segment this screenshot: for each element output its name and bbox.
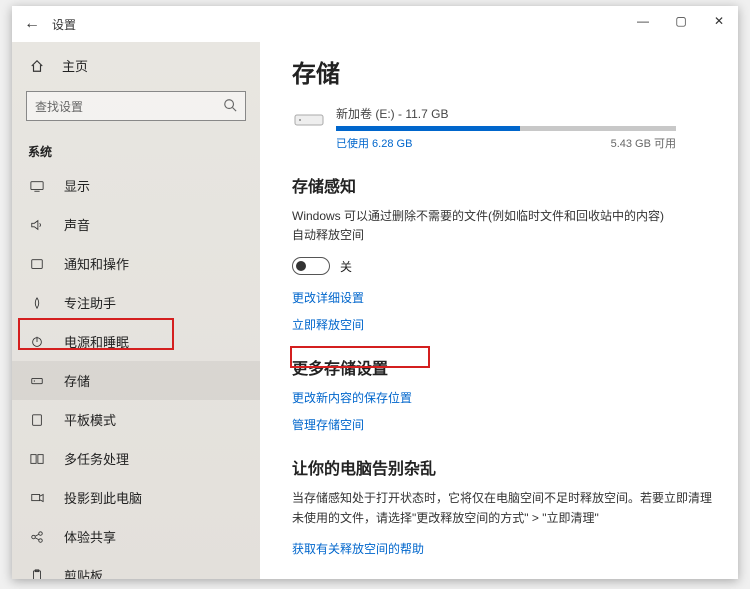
sidebar: 主页 查找设置 系统 显示 声音 通知和操作 专注助手 电源和睡眠 — [12, 42, 260, 579]
sidebar-item-multitask[interactable]: 多任务处理 — [12, 439, 260, 478]
sidebar-item-label: 平板模式 — [64, 410, 116, 429]
home-label: 主页 — [62, 56, 88, 75]
storage-icon — [28, 374, 46, 388]
minimize-button[interactable]: — — [624, 6, 662, 36]
sidebar-item-label: 存储 — [64, 371, 90, 390]
multitask-icon — [28, 452, 46, 466]
notify-icon — [28, 257, 46, 271]
more-storage-heading: 更多存储设置 — [292, 355, 718, 379]
sidebar-item-storage[interactable]: 存储 — [12, 361, 260, 400]
free-label: 5.43 GB 可用 — [611, 135, 676, 151]
toggle-state-label: 关 — [340, 258, 352, 275]
sound-icon — [28, 218, 46, 232]
settings-window: ← 设置 — ▢ ✕ 主页 查找设置 系统 显示 声音 — [12, 6, 738, 579]
usage-bar-fill — [336, 126, 520, 131]
sidebar-item-project[interactable]: 投影到此电脑 — [12, 478, 260, 517]
search-input[interactable]: 查找设置 — [26, 91, 246, 121]
focus-icon — [28, 296, 46, 310]
search-icon — [223, 98, 237, 115]
home-icon — [28, 59, 46, 73]
sidebar-item-notifications[interactable]: 通知和操作 — [12, 244, 260, 283]
storage-sense-desc: Windows 可以通过删除不需要的文件(例如临时文件和回收站中的内容)自动释放… — [292, 207, 672, 245]
project-icon — [28, 491, 46, 505]
section-label: 系统 — [12, 131, 260, 166]
close-button[interactable]: ✕ — [700, 6, 738, 36]
display-icon — [28, 179, 46, 193]
link-change-detail[interactable]: 更改详细设置 — [292, 289, 718, 306]
sidebar-item-sound[interactable]: 声音 — [12, 205, 260, 244]
back-button[interactable]: ← — [12, 15, 52, 33]
home-button[interactable]: 主页 — [12, 50, 260, 81]
cleanup-desc: 当存储感知处于打开状态时，它将仅在电脑空间不足时释放空间。若要立即清理未使用的文… — [292, 489, 718, 527]
sidebar-item-display[interactable]: 显示 — [12, 166, 260, 205]
titlebar: ← 设置 — ▢ ✕ — [12, 6, 738, 42]
sidebar-item-label: 专注助手 — [64, 293, 116, 312]
usage-bar — [336, 126, 676, 131]
sidebar-item-clipboard[interactable]: 剪贴板 — [12, 556, 260, 579]
page-title: 存储 — [292, 54, 718, 89]
content-pane: 存储 新加卷 (E:) - 11.7 GB 已使用 6.28 GB 5.43 G… — [268, 42, 738, 579]
sidebar-item-power[interactable]: 电源和睡眠 — [12, 322, 260, 361]
drive-row[interactable]: 新加卷 (E:) - 11.7 GB 已使用 6.28 GB 5.43 GB 可… — [292, 105, 718, 151]
share-icon — [28, 530, 46, 544]
sidebar-item-label: 投影到此电脑 — [64, 488, 142, 507]
sidebar-item-focus[interactable]: 专注助手 — [12, 283, 260, 322]
cleanup-heading: 让你的电脑告别杂乱 — [292, 455, 718, 479]
sidebar-item-label: 声音 — [64, 215, 90, 234]
sidebar-item-label: 通知和操作 — [64, 254, 129, 273]
link-manage-storage[interactable]: 管理存储空间 — [292, 416, 718, 433]
link-change-save-location[interactable]: 更改新内容的保存位置 — [292, 389, 718, 406]
sidebar-item-label: 显示 — [64, 176, 90, 195]
storage-sense-toggle[interactable] — [292, 257, 330, 275]
drive-icon — [292, 107, 326, 131]
storage-sense-heading: 存储感知 — [292, 173, 718, 197]
sidebar-item-tablet[interactable]: 平板模式 — [12, 400, 260, 439]
link-help-free[interactable]: 获取有关释放空间的帮助 — [292, 540, 718, 557]
sidebar-item-label: 电源和睡眠 — [64, 332, 129, 351]
link-free-now[interactable]: 立即释放空间 — [292, 316, 718, 333]
sidebar-item-share[interactable]: 体验共享 — [12, 517, 260, 556]
sidebar-item-label: 剪贴板 — [64, 566, 103, 579]
clipboard-icon — [28, 569, 46, 580]
maximize-button[interactable]: ▢ — [662, 6, 700, 36]
drive-name: 新加卷 (E:) - 11.7 GB — [336, 105, 718, 122]
used-label: 已使用 6.28 GB — [336, 135, 412, 151]
power-icon — [28, 335, 46, 349]
sidebar-item-label: 多任务处理 — [64, 449, 129, 468]
sidebar-item-label: 体验共享 — [64, 527, 116, 546]
search-placeholder: 查找设置 — [35, 98, 223, 115]
window-title: 设置 — [52, 16, 76, 33]
tablet-icon — [28, 413, 46, 427]
